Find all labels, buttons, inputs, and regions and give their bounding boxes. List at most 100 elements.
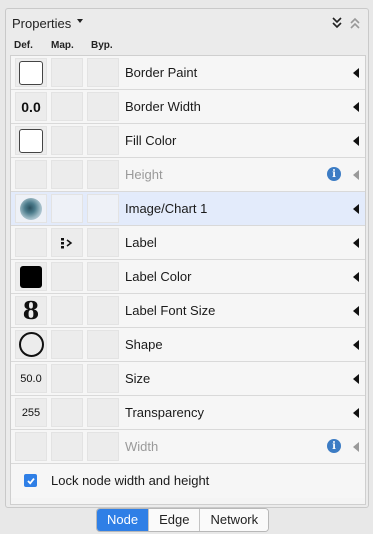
white-swatch-icon bbox=[19, 60, 43, 85]
expand-arrow-icon[interactable] bbox=[353, 306, 359, 316]
bypass-cell[interactable] bbox=[87, 364, 119, 393]
passthrough-mapping-icon bbox=[61, 237, 73, 248]
mapping-cell[interactable] bbox=[51, 92, 83, 121]
bypass-cell[interactable] bbox=[87, 92, 119, 121]
properties-panel: Properties Def. Map. Byp. Border Paint 0… bbox=[5, 8, 369, 508]
bypass-cell[interactable] bbox=[87, 296, 119, 325]
bypass-cell[interactable] bbox=[87, 160, 119, 189]
row-label: Label bbox=[125, 235, 157, 250]
default-cell[interactable] bbox=[15, 160, 47, 189]
default-cell[interactable] bbox=[15, 58, 47, 87]
checkmark-icon bbox=[26, 477, 35, 485]
default-value: 8 bbox=[22, 296, 40, 325]
bypass-cell[interactable] bbox=[87, 262, 119, 291]
default-cell[interactable]: 0.0 bbox=[15, 92, 47, 121]
mapping-cell[interactable] bbox=[51, 194, 83, 223]
default-cell[interactable]: 8 bbox=[15, 296, 47, 325]
row-width[interactable]: Width i bbox=[11, 430, 365, 464]
mapping-cell[interactable] bbox=[51, 330, 83, 359]
default-cell[interactable] bbox=[15, 330, 47, 359]
collapse-all-icon[interactable] bbox=[330, 15, 344, 31]
expand-arrow-icon[interactable] bbox=[353, 68, 359, 78]
bypass-cell[interactable] bbox=[87, 58, 119, 87]
row-transparency[interactable]: 255 Transparency bbox=[11, 396, 365, 430]
default-cell[interactable]: 255 bbox=[15, 398, 47, 427]
lock-size-row: Lock node width and height bbox=[11, 464, 365, 498]
mapping-cell[interactable] bbox=[51, 228, 83, 257]
default-value: 50.0 bbox=[20, 372, 42, 385]
tab-network[interactable]: Network bbox=[199, 509, 269, 531]
row-label-prop[interactable]: Label bbox=[11, 226, 365, 260]
mapping-cell[interactable] bbox=[51, 262, 83, 291]
row-label: Image/Chart 1 bbox=[125, 201, 208, 216]
bypass-cell[interactable] bbox=[87, 126, 119, 155]
row-label: Size bbox=[125, 371, 151, 386]
bypass-cell[interactable] bbox=[87, 330, 119, 359]
row-label-font-size[interactable]: 8 Label Font Size bbox=[11, 294, 365, 328]
default-cell[interactable] bbox=[15, 194, 47, 223]
expand-arrow-icon[interactable] bbox=[353, 136, 359, 146]
mapping-cell[interactable] bbox=[51, 364, 83, 393]
row-label: Transparency bbox=[125, 405, 204, 420]
row-border-paint[interactable]: Border Paint bbox=[11, 56, 365, 90]
ellipse-shape-icon bbox=[18, 332, 44, 357]
row-label: Border Width bbox=[125, 99, 201, 114]
mapping-cell[interactable] bbox=[51, 58, 83, 87]
row-size[interactable]: 50.0 Size bbox=[11, 362, 365, 396]
properties-table: Border Paint 0.0 Border Width Fill Color… bbox=[10, 55, 366, 505]
row-label: Shape bbox=[125, 337, 163, 352]
tab-edge[interactable]: Edge bbox=[148, 509, 200, 531]
default-cell[interactable]: 50.0 bbox=[15, 364, 47, 393]
default-cell[interactable] bbox=[15, 126, 47, 155]
row-label: Label Font Size bbox=[125, 303, 216, 318]
row-label: Fill Color bbox=[125, 133, 177, 148]
row-shape[interactable]: Shape bbox=[11, 328, 365, 362]
mapping-cell[interactable] bbox=[51, 160, 83, 189]
mapping-cell[interactable] bbox=[51, 126, 83, 155]
expand-arrow-icon[interactable] bbox=[353, 374, 359, 384]
default-value: 0.0 bbox=[21, 98, 41, 115]
mapping-cell[interactable] bbox=[51, 296, 83, 325]
bypass-cell[interactable] bbox=[87, 398, 119, 427]
tab-node[interactable]: Node bbox=[97, 509, 149, 531]
panel-header: Properties bbox=[6, 9, 368, 37]
default-cell[interactable] bbox=[15, 432, 47, 461]
row-label-color[interactable]: Label Color bbox=[11, 260, 365, 294]
expand-arrow-icon[interactable] bbox=[353, 272, 359, 282]
default-cell[interactable] bbox=[15, 228, 47, 257]
panel-title: Properties bbox=[12, 15, 72, 31]
expand-arrow-icon[interactable] bbox=[353, 204, 359, 214]
expand-arrow-icon[interactable] bbox=[353, 170, 359, 180]
expand-arrow-icon[interactable] bbox=[353, 238, 359, 248]
row-label: Width bbox=[125, 439, 159, 454]
row-label: Height bbox=[125, 167, 163, 182]
expand-arrow-icon[interactable] bbox=[353, 442, 359, 452]
col-def: Def. bbox=[14, 40, 33, 51]
bypass-cell[interactable] bbox=[87, 228, 119, 257]
default-cell[interactable] bbox=[15, 262, 47, 291]
expand-all-icon[interactable] bbox=[348, 15, 362, 31]
row-label: Border Paint bbox=[125, 65, 198, 80]
info-icon[interactable]: i bbox=[327, 167, 341, 181]
image-thumbnail-icon bbox=[20, 197, 42, 220]
mapping-cell[interactable] bbox=[51, 432, 83, 461]
row-border-width[interactable]: 0.0 Border Width bbox=[11, 90, 365, 124]
row-fill-color[interactable]: Fill Color bbox=[11, 124, 365, 158]
col-map: Map. bbox=[51, 40, 74, 51]
row-label: Label Color bbox=[125, 269, 192, 284]
row-height[interactable]: Height i bbox=[11, 158, 365, 192]
bypass-cell[interactable] bbox=[87, 432, 119, 461]
expand-arrow-icon[interactable] bbox=[353, 102, 359, 112]
expand-arrow-icon[interactable] bbox=[353, 340, 359, 350]
expand-arrow-icon[interactable] bbox=[353, 408, 359, 418]
panel-title-menu[interactable]: Properties bbox=[12, 15, 84, 31]
col-byp: Byp. bbox=[91, 40, 113, 51]
bypass-cell[interactable] bbox=[87, 194, 119, 223]
mapping-cell[interactable] bbox=[51, 398, 83, 427]
lock-size-checkbox[interactable] bbox=[24, 474, 37, 487]
black-swatch-icon bbox=[20, 265, 42, 288]
info-icon[interactable]: i bbox=[327, 439, 341, 453]
lock-size-label[interactable]: Lock node width and height bbox=[51, 473, 209, 488]
row-image-chart-1[interactable]: Image/Chart 1 bbox=[11, 192, 365, 226]
tab-bar: Node Edge Network bbox=[96, 508, 270, 532]
